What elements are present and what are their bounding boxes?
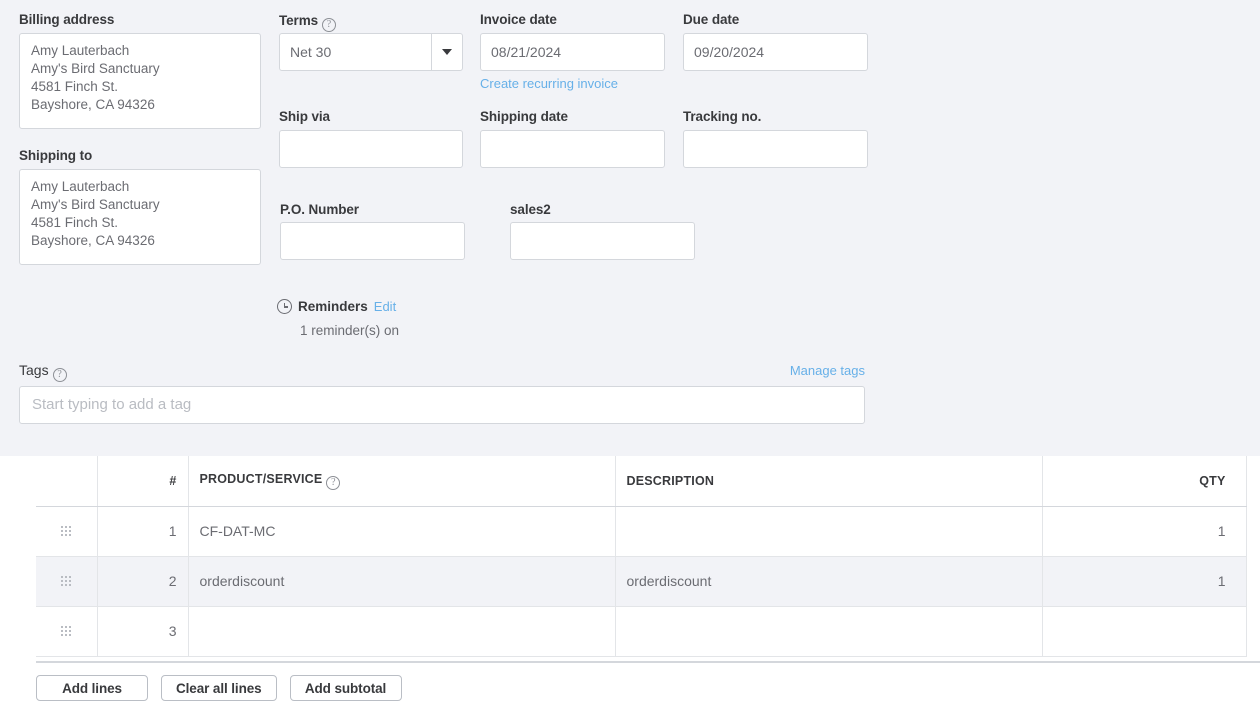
- manage-tags-link[interactable]: Manage tags: [790, 363, 865, 378]
- question-mark-icon[interactable]: ?: [53, 368, 67, 382]
- shipping-date-label: Shipping date: [480, 109, 568, 125]
- line-actions-toolbar: Add lines Clear all lines Add subtotal: [36, 675, 402, 701]
- add-lines-button[interactable]: Add lines: [36, 675, 148, 701]
- row-qty[interactable]: 1: [1042, 556, 1246, 606]
- ship-via-input[interactable]: [279, 130, 463, 168]
- table-body: 1 CF-DAT-MC 1 2 orderdiscount orderdisco…: [36, 506, 1246, 656]
- billing-address-input[interactable]: Amy Lauterbach Amy's Bird Sanctuary 4581…: [19, 33, 261, 129]
- table-header-row: # PRODUCT/SERVICE? DESCRIPTION QTY: [36, 456, 1246, 506]
- tags-label-group: Tags?: [19, 362, 67, 382]
- due-date-label: Due date: [683, 12, 739, 28]
- po-number-input[interactable]: [280, 222, 465, 260]
- add-subtotal-button[interactable]: Add subtotal: [290, 675, 402, 701]
- header-description: DESCRIPTION: [615, 456, 1042, 506]
- reminders-edit-link[interactable]: Edit: [374, 299, 396, 314]
- clear-all-lines-button[interactable]: Clear all lines: [161, 675, 277, 701]
- row-description[interactable]: orderdiscount: [615, 556, 1042, 606]
- shipping-date-input[interactable]: [480, 130, 665, 168]
- chevron-down-icon: [442, 49, 452, 55]
- tags-label: Tags: [19, 362, 49, 378]
- custom-field-label: sales2: [510, 202, 551, 218]
- due-date-input[interactable]: 09/20/2024: [683, 33, 868, 71]
- tracking-no-input[interactable]: [683, 130, 868, 168]
- table-row[interactable]: 2 orderdiscount orderdiscount 1: [36, 556, 1246, 606]
- po-number-label: P.O. Number: [280, 202, 359, 218]
- row-product-service[interactable]: orderdiscount: [188, 556, 615, 606]
- row-number: 3: [97, 606, 188, 656]
- shipping-to-label: Shipping to: [19, 148, 92, 164]
- header-drag-column: [36, 456, 97, 506]
- row-number: 2: [97, 556, 188, 606]
- row-number: 1: [97, 506, 188, 556]
- line-items-panel: # PRODUCT/SERVICE? DESCRIPTION QTY 1 CF-…: [0, 456, 1260, 709]
- reminders-subtext: 1 reminder(s) on: [300, 323, 399, 338]
- header-num: #: [97, 456, 188, 506]
- terms-label-group: Terms?: [279, 12, 336, 32]
- table-row[interactable]: 3: [36, 606, 1246, 656]
- drag-handle-icon[interactable]: [61, 576, 72, 587]
- question-mark-icon[interactable]: ?: [326, 476, 340, 490]
- shipping-to-input[interactable]: Amy Lauterbach Amy's Bird Sanctuary 4581…: [19, 169, 261, 265]
- row-product-service[interactable]: [188, 606, 615, 656]
- invoice-date-input[interactable]: 08/21/2024: [480, 33, 665, 71]
- header-product-service-label: PRODUCT/SERVICE: [200, 472, 323, 486]
- reminders-group: Reminders Edit: [277, 299, 396, 314]
- tags-input[interactable]: Start typing to add a tag: [19, 386, 865, 424]
- table-bottom-divider: [36, 661, 1260, 663]
- invoice-date-label: Invoice date: [480, 12, 557, 28]
- drag-handle-icon[interactable]: [61, 526, 72, 537]
- create-recurring-invoice-link[interactable]: Create recurring invoice: [480, 76, 618, 91]
- row-description[interactable]: [615, 506, 1042, 556]
- tracking-no-label: Tracking no.: [683, 109, 761, 125]
- invoice-form-panel: Billing address Amy Lauterbach Amy's Bir…: [0, 0, 1260, 456]
- terms-selected-value: Net 30: [280, 34, 431, 70]
- terms-select[interactable]: Net 30: [279, 33, 463, 71]
- row-drag-cell[interactable]: [36, 506, 97, 556]
- terms-dropdown-button[interactable]: [431, 34, 462, 70]
- header-product-service: PRODUCT/SERVICE?: [188, 456, 615, 506]
- row-drag-cell[interactable]: [36, 606, 97, 656]
- line-items-table: # PRODUCT/SERVICE? DESCRIPTION QTY 1 CF-…: [36, 456, 1247, 657]
- question-mark-icon[interactable]: ?: [322, 18, 336, 32]
- billing-address-label: Billing address: [19, 12, 114, 28]
- row-qty[interactable]: 1: [1042, 506, 1246, 556]
- custom-field-input[interactable]: [510, 222, 695, 260]
- reminders-title: Reminders: [298, 299, 368, 314]
- terms-label: Terms: [279, 13, 318, 28]
- row-product-service[interactable]: CF-DAT-MC: [188, 506, 615, 556]
- drag-handle-icon[interactable]: [61, 626, 72, 637]
- row-description[interactable]: [615, 606, 1042, 656]
- clock-icon: [277, 299, 292, 314]
- row-qty[interactable]: [1042, 606, 1246, 656]
- row-drag-cell[interactable]: [36, 556, 97, 606]
- ship-via-label: Ship via: [279, 109, 330, 125]
- table-row[interactable]: 1 CF-DAT-MC 1: [36, 506, 1246, 556]
- header-qty: QTY: [1042, 456, 1246, 506]
